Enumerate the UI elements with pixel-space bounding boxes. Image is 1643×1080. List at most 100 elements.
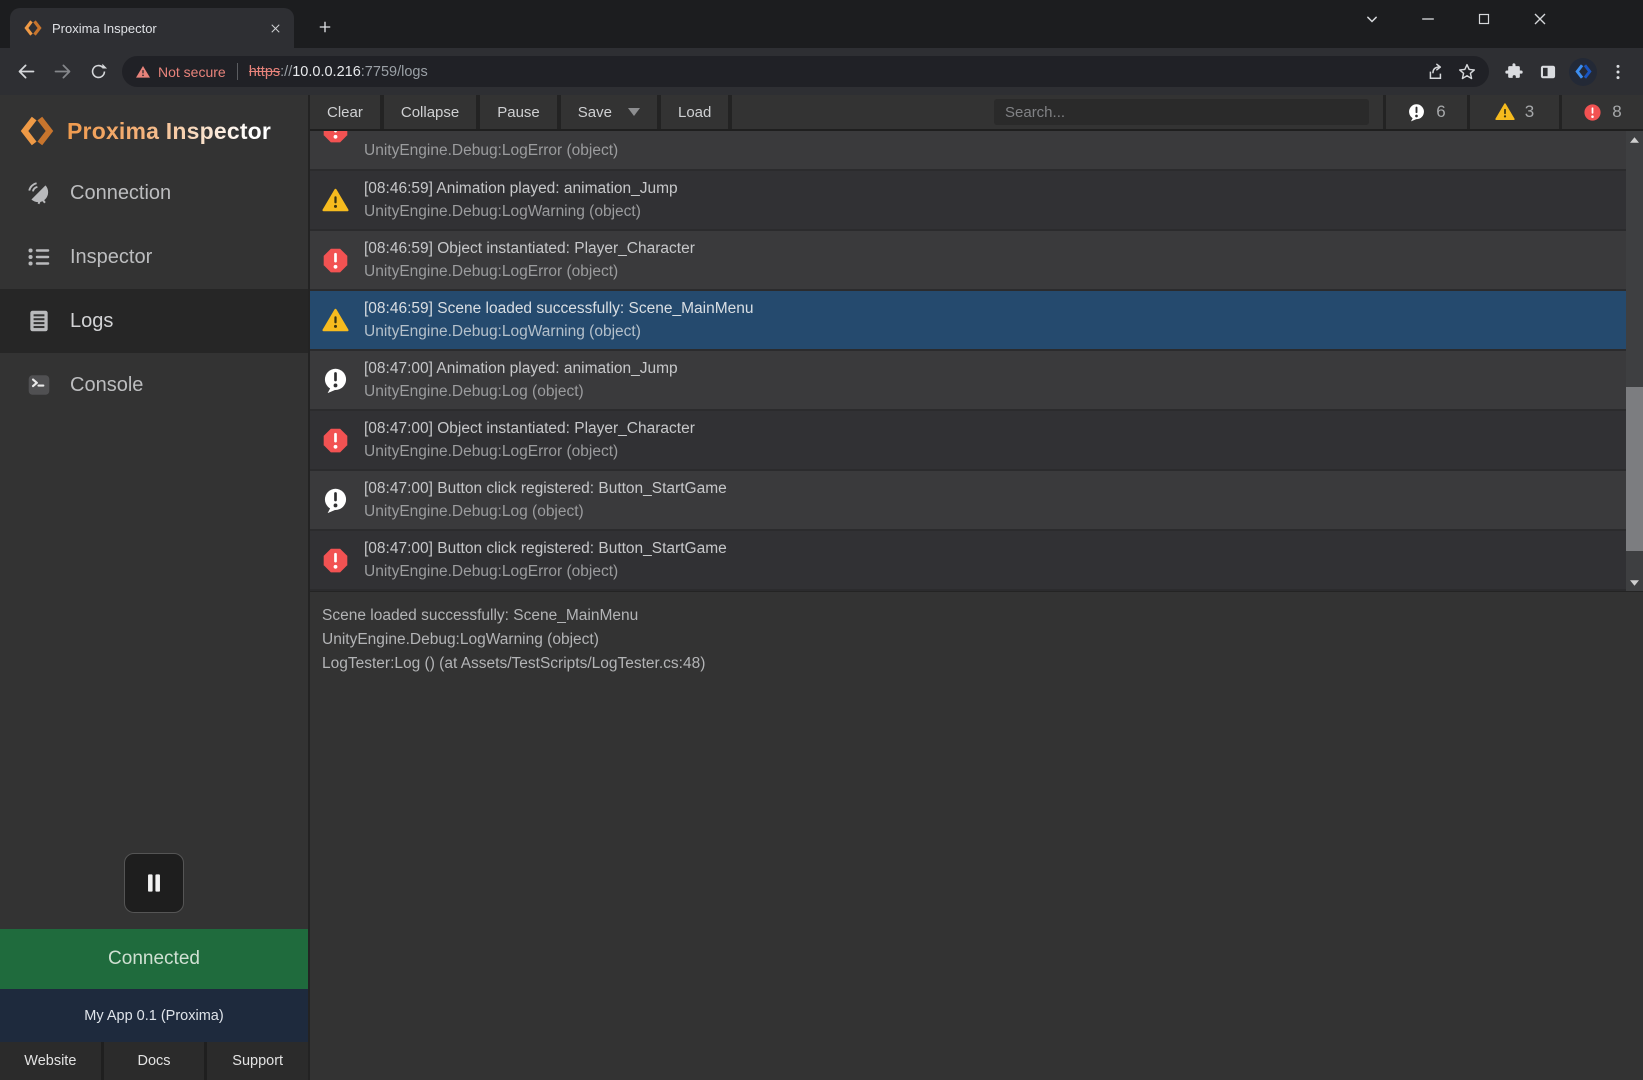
log-row[interactable]: UnityEngine.Debug:LogError (object) — [310, 131, 1626, 171]
bookmark-star-icon[interactable] — [1451, 56, 1483, 88]
log-source: UnityEngine.Debug:LogWarning (object) — [364, 320, 753, 343]
url-separator: :// — [280, 64, 292, 80]
sidebar: Proxima Inspector Connection Inspector L… — [0, 95, 310, 1080]
profile-avatar[interactable] — [1569, 58, 1597, 86]
url-scheme: https — [249, 64, 280, 80]
log-source: UnityEngine.Debug:LogError (object) — [364, 560, 727, 583]
tab-search-chevron-icon[interactable] — [1360, 7, 1384, 31]
sidebar-item-inspector[interactable]: Inspector — [0, 225, 308, 289]
footer-link-website[interactable]: Website — [0, 1042, 101, 1080]
detail-stacktrace: LogTester:Log () (at Assets/TestScripts/… — [322, 652, 1631, 676]
warning-count-filter[interactable]: 3 — [1467, 95, 1559, 129]
sidebar-nav: Connection Inspector Logs Console — [0, 161, 308, 417]
browser-title-bar: Proxima Inspector — [0, 0, 1643, 48]
tab-close-icon[interactable] — [264, 17, 286, 39]
app-logo: Proxima Inspector — [0, 107, 308, 155]
log-row[interactable]: [08:47:00] Animation played: animation_J… — [310, 351, 1626, 411]
scroll-up-arrow-icon[interactable] — [1626, 131, 1643, 148]
document-icon — [26, 308, 52, 334]
detail-message: Scene loaded successfully: Scene_MainMen… — [322, 604, 1631, 628]
window-maximize-button[interactable] — [1472, 7, 1496, 31]
save-label: Save — [578, 104, 612, 121]
browser-menu-dots-icon[interactable] — [1601, 55, 1635, 89]
log-source: UnityEngine.Debug:LogError (object) — [364, 440, 695, 463]
footer-link-docs[interactable]: Docs — [104, 1042, 205, 1080]
sidebar-item-console[interactable]: Console — [0, 353, 308, 417]
url-host: 10.0.0.216 — [292, 64, 361, 80]
pause-stream-button[interactable] — [124, 853, 184, 913]
log-source: UnityEngine.Debug:LogWarning (object) — [364, 200, 678, 223]
clear-button[interactable]: Clear — [310, 95, 384, 129]
log-row[interactable]: [08:46:59] Object instantiated: Player_C… — [310, 231, 1626, 291]
omnibox-divider — [237, 63, 238, 80]
warning-icon — [322, 187, 349, 214]
log-message: [08:47:00] Animation played: animation_J… — [364, 357, 678, 380]
log-row[interactable]: [08:46:59] Animation played: animation_J… — [310, 171, 1626, 231]
connection-status-badge: Connected — [0, 929, 308, 989]
error-icon — [322, 247, 349, 274]
warning-triangle-icon — [1495, 102, 1515, 122]
list-icon — [26, 244, 52, 270]
security-label[interactable]: Not secure — [158, 64, 226, 80]
search-input[interactable] — [994, 99, 1369, 125]
log-scrollbar[interactable] — [1626, 131, 1643, 591]
info-icon — [322, 487, 349, 514]
not-secure-warning-icon[interactable] — [135, 64, 151, 80]
url-text[interactable]: https://10.0.0.216:7759/logs — [249, 64, 428, 80]
browser-toolbar: Not secure https://10.0.0.216:7759/logs — [0, 48, 1643, 95]
log-detail-panel: Scene loaded successfully: Scene_MainMen… — [310, 591, 1643, 690]
back-button[interactable] — [8, 54, 44, 90]
new-tab-button[interactable] — [310, 12, 340, 42]
log-message: [08:46:59] Object instantiated: Player_C… — [364, 237, 695, 260]
error-count-filter[interactable]: 8 — [1559, 95, 1643, 129]
window-minimize-button[interactable] — [1416, 7, 1440, 31]
address-bar[interactable]: Not secure https://10.0.0.216:7759/logs — [122, 56, 1489, 87]
info-count-filter[interactable]: 6 — [1383, 95, 1467, 129]
save-button[interactable]: Save — [561, 95, 661, 129]
sidebar-item-label: Inspector — [70, 246, 152, 269]
browser-tab[interactable]: Proxima Inspector — [10, 8, 294, 48]
window-close-button[interactable] — [1528, 7, 1552, 31]
terminal-icon — [26, 372, 52, 398]
error-icon — [322, 427, 349, 454]
log-row[interactable]: [08:47:00] Button click registered: Butt… — [310, 471, 1626, 531]
warning-icon — [322, 307, 349, 334]
log-row-selected[interactable]: [08:46:59] Scene loaded successfully: Sc… — [310, 291, 1626, 351]
error-icon — [322, 131, 349, 144]
error-icon — [322, 547, 349, 574]
log-source: UnityEngine.Debug:LogError (object) — [364, 139, 618, 162]
log-message: [08:47:00] Object instantiated: Player_C… — [364, 417, 695, 440]
sidebar-item-label: Logs — [70, 310, 113, 333]
url-path: :7759/logs — [361, 64, 428, 80]
extensions-puzzle-icon[interactable] — [1497, 55, 1531, 89]
log-message: [08:47:00] Button click registered: Butt… — [364, 477, 727, 500]
proxima-favicon-icon — [24, 19, 42, 37]
scroll-down-arrow-icon[interactable] — [1626, 574, 1643, 591]
tab-title: Proxima Inspector — [52, 21, 264, 36]
sidebar-item-connection[interactable]: Connection — [0, 161, 308, 225]
scrollbar-thumb[interactable] — [1626, 387, 1643, 551]
sidebar-item-label: Connection — [70, 182, 171, 205]
info-count: 6 — [1436, 102, 1445, 122]
warning-count: 3 — [1525, 102, 1534, 122]
save-dropdown-caret-icon[interactable] — [628, 108, 640, 116]
sidebar-item-label: Console — [70, 374, 143, 397]
logs-panel: Clear Collapse Pause Save Load 6 3 8 — [310, 95, 1643, 1080]
error-count: 8 — [1612, 102, 1621, 122]
footer-link-support[interactable]: Support — [207, 1042, 308, 1080]
log-row[interactable]: [08:47:00] Button click registered: Butt… — [310, 531, 1626, 591]
sidebar-item-logs[interactable]: Logs — [0, 289, 308, 353]
detail-source: UnityEngine.Debug:LogWarning (object) — [322, 628, 1631, 652]
log-toolbar: Clear Collapse Pause Save Load 6 3 8 — [310, 95, 1643, 131]
log-row[interactable]: [08:47:00] Object instantiated: Player_C… — [310, 411, 1626, 471]
collapse-button[interactable]: Collapse — [384, 95, 480, 129]
side-panel-icon[interactable] — [1531, 55, 1565, 89]
pause-button[interactable]: Pause — [480, 95, 561, 129]
reload-button[interactable] — [80, 54, 116, 90]
forward-button[interactable] — [44, 54, 80, 90]
info-bubble-icon — [1407, 103, 1426, 122]
log-source: UnityEngine.Debug:Log (object) — [364, 500, 727, 523]
load-button[interactable]: Load — [661, 95, 732, 129]
satellite-dish-icon — [26, 180, 52, 206]
share-icon[interactable] — [1419, 56, 1451, 88]
